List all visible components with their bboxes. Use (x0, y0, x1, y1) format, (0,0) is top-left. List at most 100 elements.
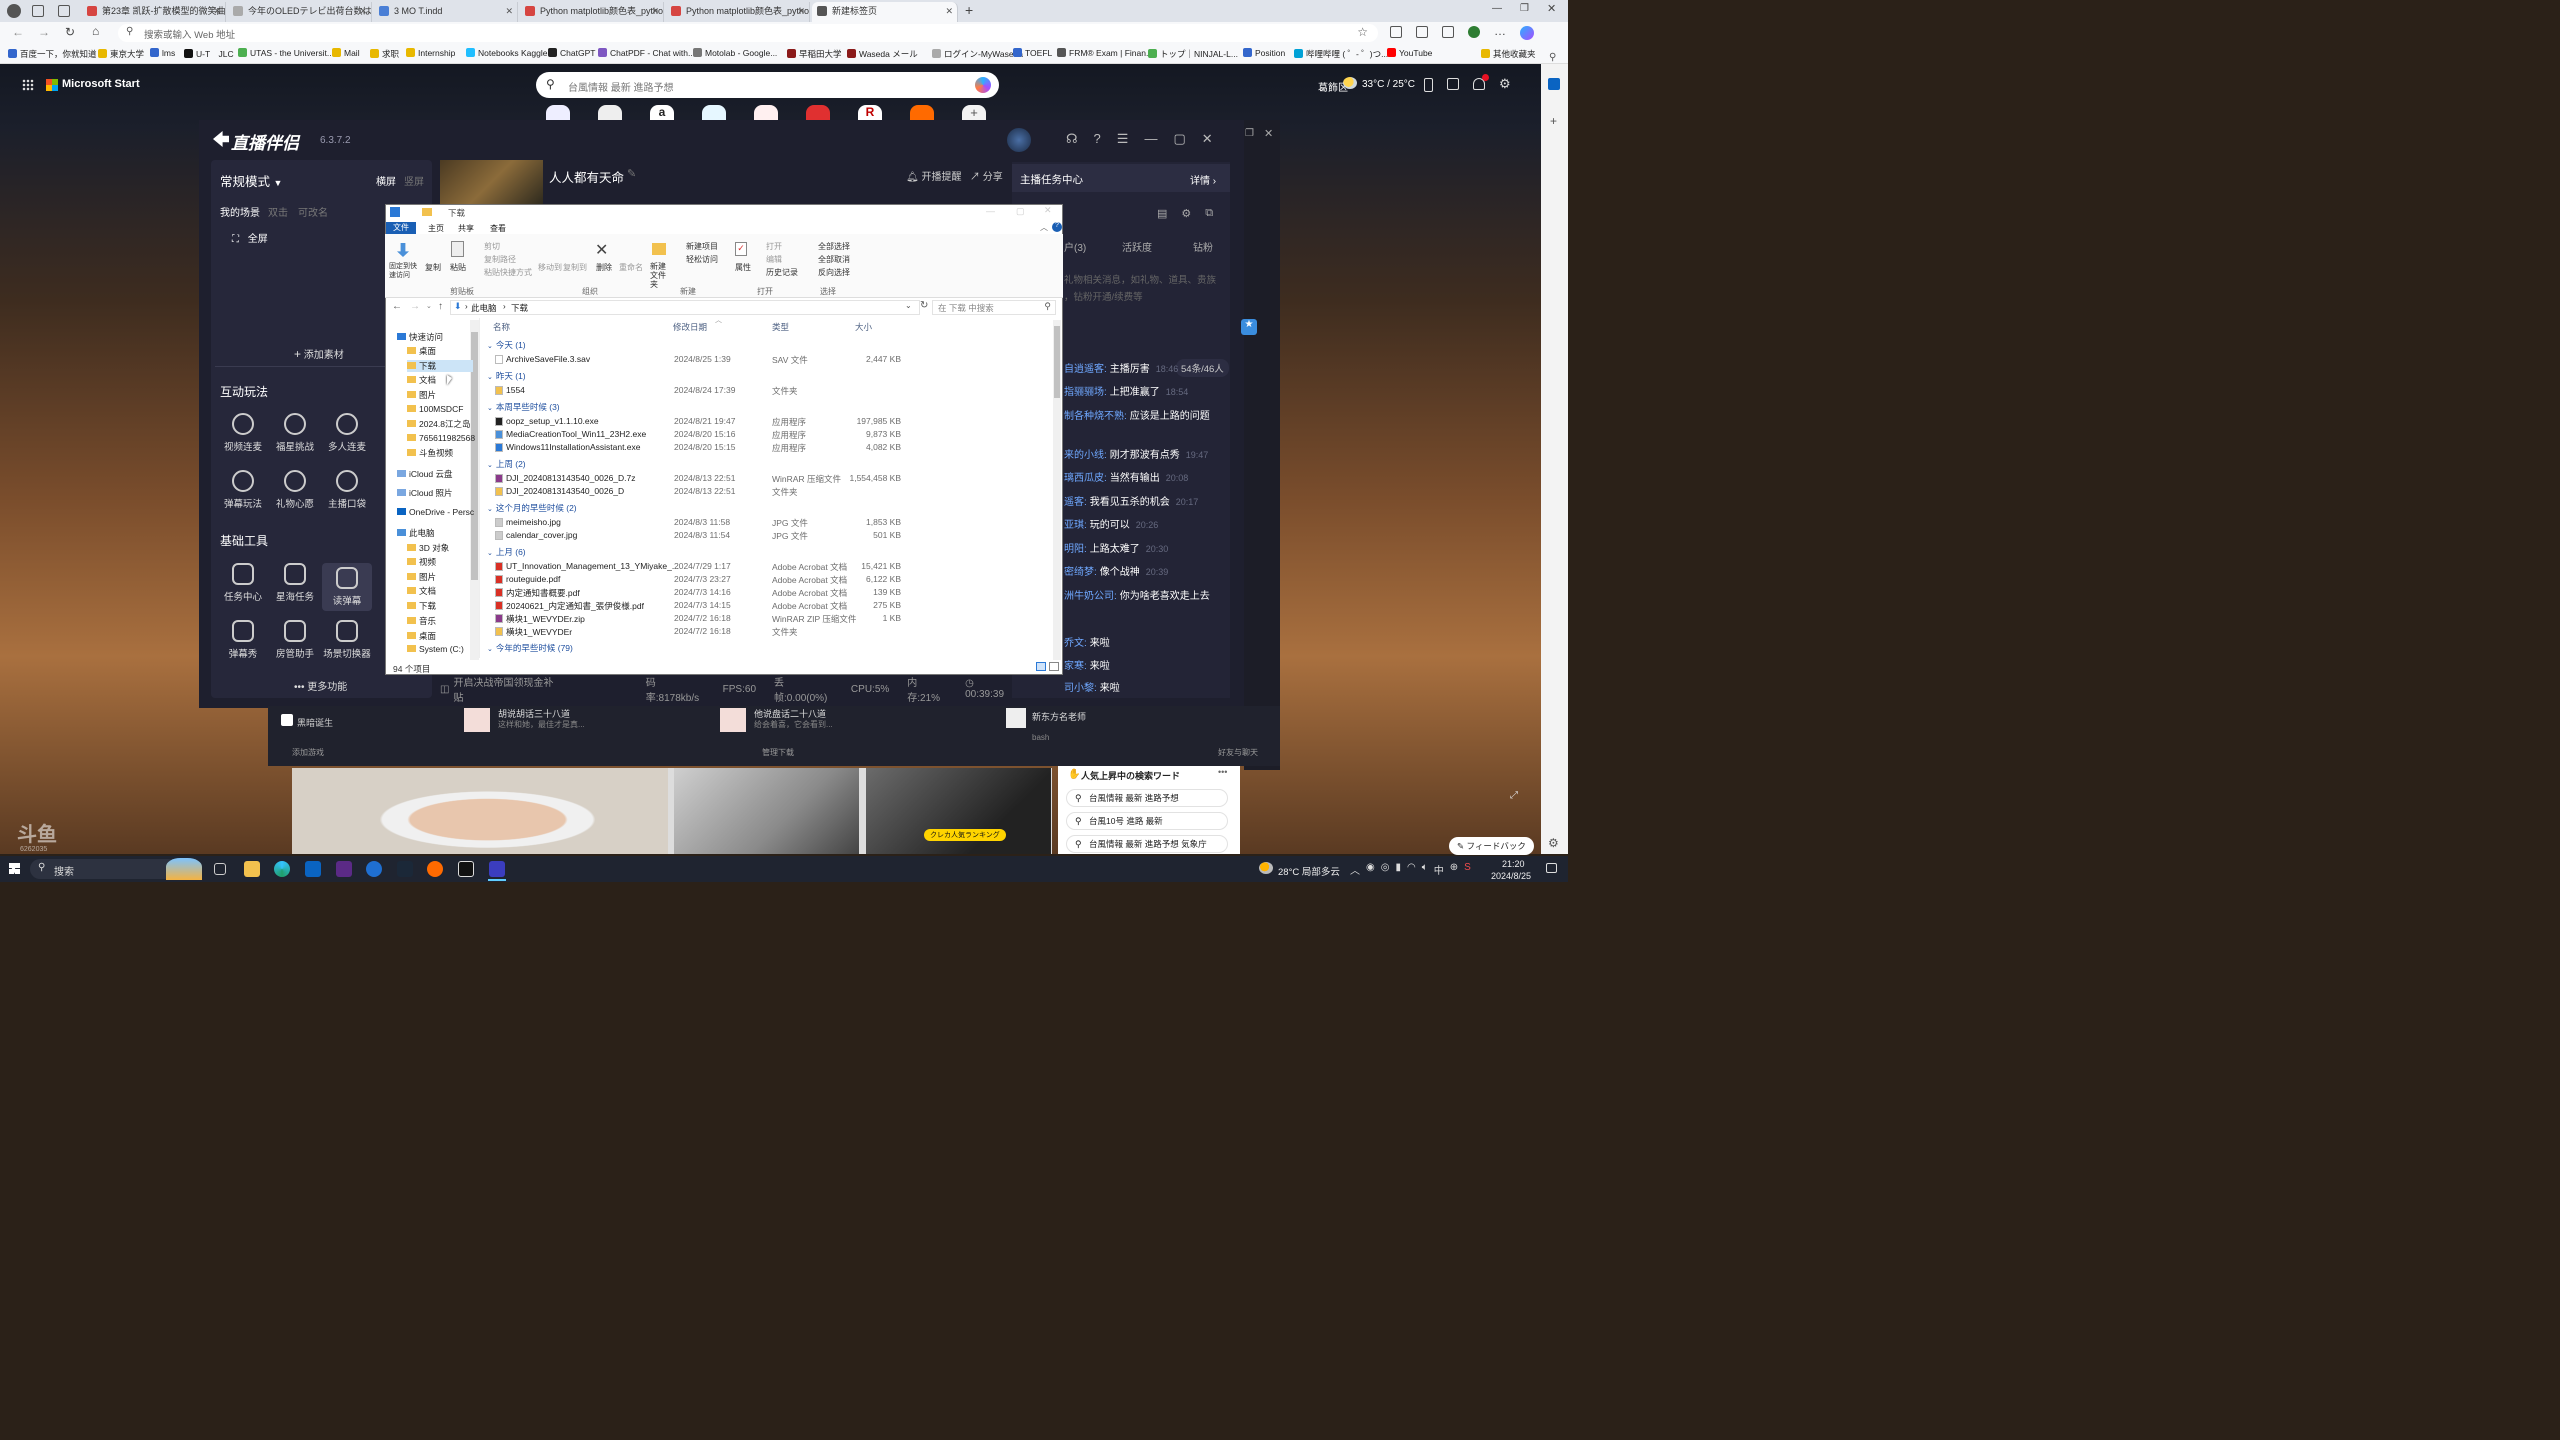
chat-user[interactable]: 璃西瓜皮: (1064, 473, 1107, 484)
interactive-tool[interactable]: 视频连麦 (218, 413, 268, 453)
ribbon-delete[interactable]: 删除 (596, 262, 612, 273)
ribbon-properties[interactable]: 属性 (735, 262, 751, 273)
nav-item[interactable]: 2024.8江之岛 (407, 418, 471, 430)
chat-user[interactable]: 密绮梦: (1064, 567, 1097, 578)
file-group-header[interactable]: ⌄ 本周早些时候 (3) (487, 401, 560, 413)
chat-tab-3[interactable]: 钻粉 (1193, 239, 1213, 254)
bookmark-item[interactable]: Position (1243, 48, 1285, 58)
column-name[interactable]: 名称 (493, 321, 510, 333)
copilot-icon[interactable] (1520, 26, 1534, 40)
new-tab-button[interactable]: + (965, 2, 973, 18)
nav-item[interactable]: 视频 (407, 556, 436, 568)
more-menu-icon[interactable]: … (1494, 25, 1506, 40)
speaker-icon[interactable]: 🔈︎ (1422, 862, 1428, 877)
ribbon-open[interactable]: 打开 (766, 241, 782, 252)
stream-title[interactable]: 人人都有天命 (549, 167, 624, 186)
settings-icon[interactable]: ⚙ (1181, 207, 1191, 220)
nav-item[interactable]: 下载 (407, 360, 473, 372)
chat-user[interactable]: 亚琪: (1064, 520, 1087, 531)
back-window-close-icon[interactable]: ✕ (1264, 127, 1273, 140)
interactive-tool[interactable]: 礼物心愿 (270, 470, 320, 510)
apps-grid-icon[interactable] (22, 79, 34, 91)
back-icon[interactable]: ← (12, 25, 24, 39)
nav-item[interactable]: OneDrive - Persc (397, 507, 474, 517)
feedback-button[interactable]: ✎ フィードバック (1449, 837, 1534, 855)
nav-item[interactable]: iCloud 照片 (397, 487, 452, 499)
address-input[interactable]: ⚲ 搜索或输入 Web 地址 ☆ (118, 24, 1378, 42)
chat-message[interactable]: 制各种烧不熟: 应该是上路的问题 (1064, 407, 1210, 422)
file-group-header[interactable]: ⌄ 今年的早些时候 (79) (487, 642, 573, 654)
ribbon-select-all[interactable]: 全部选择 (818, 241, 850, 252)
nav-item[interactable]: 快速访问 (397, 331, 443, 343)
interactive-tool[interactable]: 主播口袋 (322, 470, 372, 510)
path-dropdown-icon[interactable]: ⌄ (905, 301, 912, 310)
tab-close-icon[interactable]: ✕ (505, 2, 513, 20)
sidebar-add-icon[interactable]: + (1550, 114, 1557, 128)
chat-user[interactable]: 乔文: (1064, 638, 1087, 649)
nav-item[interactable]: 3D 对象 (407, 542, 449, 554)
chat-user[interactable]: 自逍遥客: (1064, 364, 1107, 375)
explorer-max-icon[interactable]: ▢ (1016, 206, 1025, 217)
refresh-icon[interactable]: ↻ (65, 25, 75, 39)
user-avatar[interactable] (1007, 128, 1031, 152)
browser-tab[interactable]: 3 MO T.indd ✕ (374, 2, 518, 22)
back-window-restore-icon[interactable]: ❐ (1245, 128, 1254, 139)
tab-actions-icon[interactable] (58, 5, 70, 17)
phone-icon[interactable] (1424, 78, 1433, 92)
bookmark-item[interactable]: U-T JLC (184, 48, 234, 60)
browser-tab[interactable]: 新建标签页 ✕ (812, 2, 958, 22)
tab-close-icon[interactable]: ✕ (359, 2, 367, 20)
chat-message[interactable]: 遥客: 我看见五杀的机会 20:17 (1064, 493, 1198, 508)
tray-app-icon[interactable]: ◉ (1366, 862, 1375, 877)
weather-temp[interactable]: 33°C / 25°C (1362, 79, 1415, 90)
chat-message[interactable]: 璃西瓜皮: 当然有输出 20:08 (1064, 469, 1188, 484)
favorite-star-icon[interactable]: ☆ (1357, 25, 1368, 39)
column-type[interactable]: 类型 (772, 321, 789, 333)
nav-item[interactable]: 斗鱼视频 (407, 447, 453, 459)
path-this-pc[interactable]: 此电脑 (471, 302, 497, 314)
interactive-tool[interactable]: 弹幕玩法 (218, 470, 268, 510)
nav-item[interactable]: 文档 (407, 585, 436, 597)
orient-vertical[interactable]: 竖屏 (404, 173, 424, 188)
bookmark-item[interactable]: 其他收藏夹 (1481, 48, 1536, 60)
recent-dropdown-icon[interactable]: ⌄ (426, 302, 432, 310)
chat-message[interactable]: 自逍遥客: 主播厉害 18:46 (1064, 360, 1178, 375)
address-path[interactable]: ⬇ › 此电脑 › 下载 ⌄ (450, 300, 920, 315)
settings-gear-icon[interactable]: ⚙ (1499, 77, 1511, 92)
quick-access-toolbar-icon[interactable] (390, 207, 400, 217)
chat-tab-2[interactable]: 活跃度 (1122, 239, 1152, 254)
sidebar-outlook-icon[interactable] (1548, 78, 1560, 90)
taskbar-date[interactable]: 2024/8/25 (1491, 871, 1531, 881)
notification-center-icon[interactable] (1546, 863, 1557, 873)
item-title-3[interactable]: 新东方名老师 (1032, 710, 1086, 723)
chat-message[interactable]: 司小黎: 来啦 (1064, 679, 1120, 694)
bookmark-item[interactable]: Internship (406, 48, 455, 58)
ribbon-collapse-icon[interactable]: ︿ (1040, 222, 1048, 233)
notify-button[interactable]: 🔔︎ 开播提醒 (906, 168, 961, 183)
chat-message[interactable]: 明阳: 上路太难了 20:30 (1064, 540, 1168, 555)
browser-tab[interactable]: Python matplotlib颜色表_python ✕ (666, 2, 810, 22)
nav-item[interactable]: 图片 (407, 389, 436, 401)
file-row[interactable]: Windows11InstallationAssistant.exe 2024/8… (491, 442, 1056, 455)
file-row[interactable]: DJI_20240813143540_0026_D 2024/8/13 22:51… (491, 486, 1056, 499)
orient-horizontal[interactable]: 横屏 (376, 173, 396, 188)
sidebar-search-icon[interactable]: ⚲ (1549, 52, 1556, 63)
scene-item-fullscreen[interactable]: ⛶ 全屏 (232, 230, 268, 245)
basic-tool[interactable]: 场景切换器 (322, 620, 372, 660)
file-row[interactable]: 20240621_内定通知書_張伊俊様.pdf 2024/7/3 14:15 Ado… (491, 600, 1056, 613)
ribbon-cut[interactable]: 剪切 (484, 241, 500, 252)
ribbon-copy-path[interactable]: 复制路径 (484, 254, 516, 265)
menu-view[interactable]: 查看 (490, 223, 506, 234)
ribbon-edit[interactable]: 编辑 (766, 254, 782, 265)
ribbon-new-item[interactable]: 新建项目 (686, 241, 718, 252)
trending-item[interactable]: ⚲ 台風10号 進路 最新 (1066, 812, 1228, 830)
chat-message[interactable]: 亚琪: 玩的可以 20:26 (1064, 516, 1158, 531)
nav-item[interactable]: 桌面 (407, 630, 436, 642)
chat-message[interactable]: 家寒: 来啦 (1064, 657, 1110, 672)
column-date[interactable]: 修改日期 (673, 321, 707, 333)
more-functions-button[interactable]: ••• 更多功能 (294, 678, 347, 693)
split-screen-icon[interactable] (1390, 26, 1402, 38)
explorer-close-icon[interactable]: ✕ (1044, 205, 1052, 216)
taskbar-weather[interactable]: 28°C 局部多云 (1278, 864, 1340, 878)
tray-app-icon[interactable]: ◎ (1381, 862, 1390, 877)
